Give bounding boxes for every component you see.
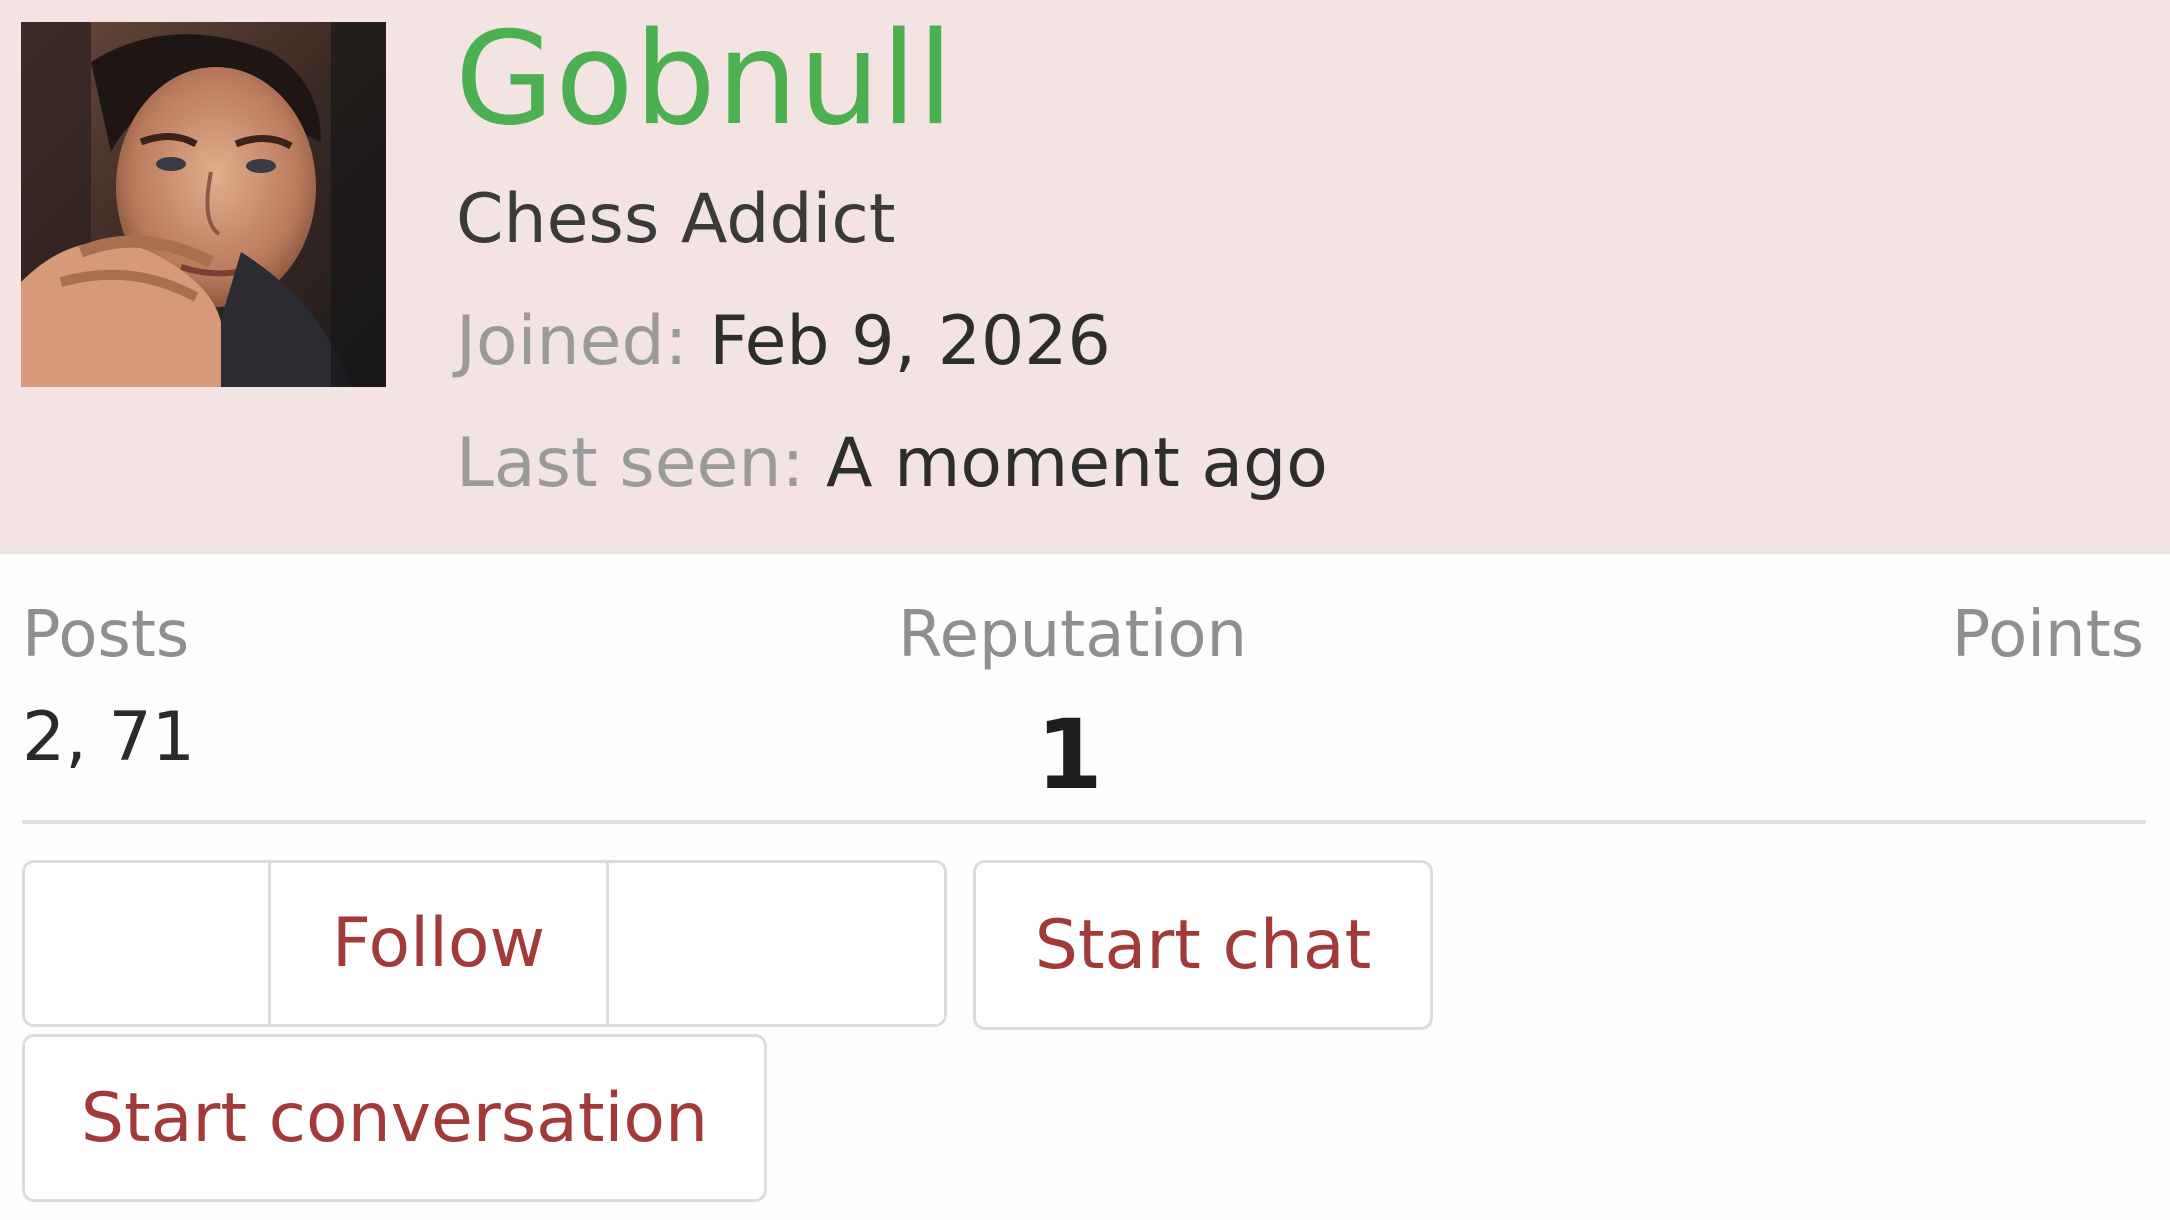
button-group-left-segment[interactable] — [25, 863, 271, 1024]
start-conversation-button[interactable]: Start conversation — [22, 1034, 767, 1202]
profile-header: Gobnull Chess Addict Joined: Feb 9, 2026… — [0, 0, 2170, 554]
user-title: Chess Addict — [456, 180, 896, 259]
points-label: Points — [1951, 598, 2144, 672]
follow-button[interactable]: Follow — [271, 863, 609, 1024]
follow-button-group: Follow — [22, 860, 947, 1027]
posts-value[interactable]: 2, 71 — [22, 688, 195, 788]
start-chat-button[interactable]: Start chat — [973, 860, 1433, 1030]
button-group-right-segment[interactable] — [609, 863, 944, 1024]
avatar-photo-icon — [21, 22, 386, 387]
joined-value: Feb 9, 2026 — [709, 302, 1111, 381]
stats-divider — [22, 820, 2146, 824]
username[interactable]: Gobnull — [455, 0, 954, 160]
last-seen-label: Last seen: — [456, 424, 805, 503]
joined-label: Joined: — [456, 302, 688, 381]
reputation-value: 1 — [1036, 699, 1103, 811]
last-seen-value: A moment ago — [826, 424, 1328, 503]
start-conversation-label: Start conversation — [80, 1078, 709, 1158]
joined-row: Joined: Feb 9, 2026 — [456, 292, 1111, 392]
reputation-label: Reputation — [898, 598, 1248, 672]
member-profile-card: Gobnull Chess Addict Joined: Feb 9, 2026… — [0, 0, 2170, 1220]
avatar[interactable] — [21, 22, 386, 387]
follow-label: Follow — [331, 904, 546, 983]
posts-label[interactable]: Posts — [22, 590, 189, 680]
start-chat-label: Start chat — [1034, 905, 1372, 985]
last-seen-row: Last seen: A moment ago — [456, 414, 1328, 514]
